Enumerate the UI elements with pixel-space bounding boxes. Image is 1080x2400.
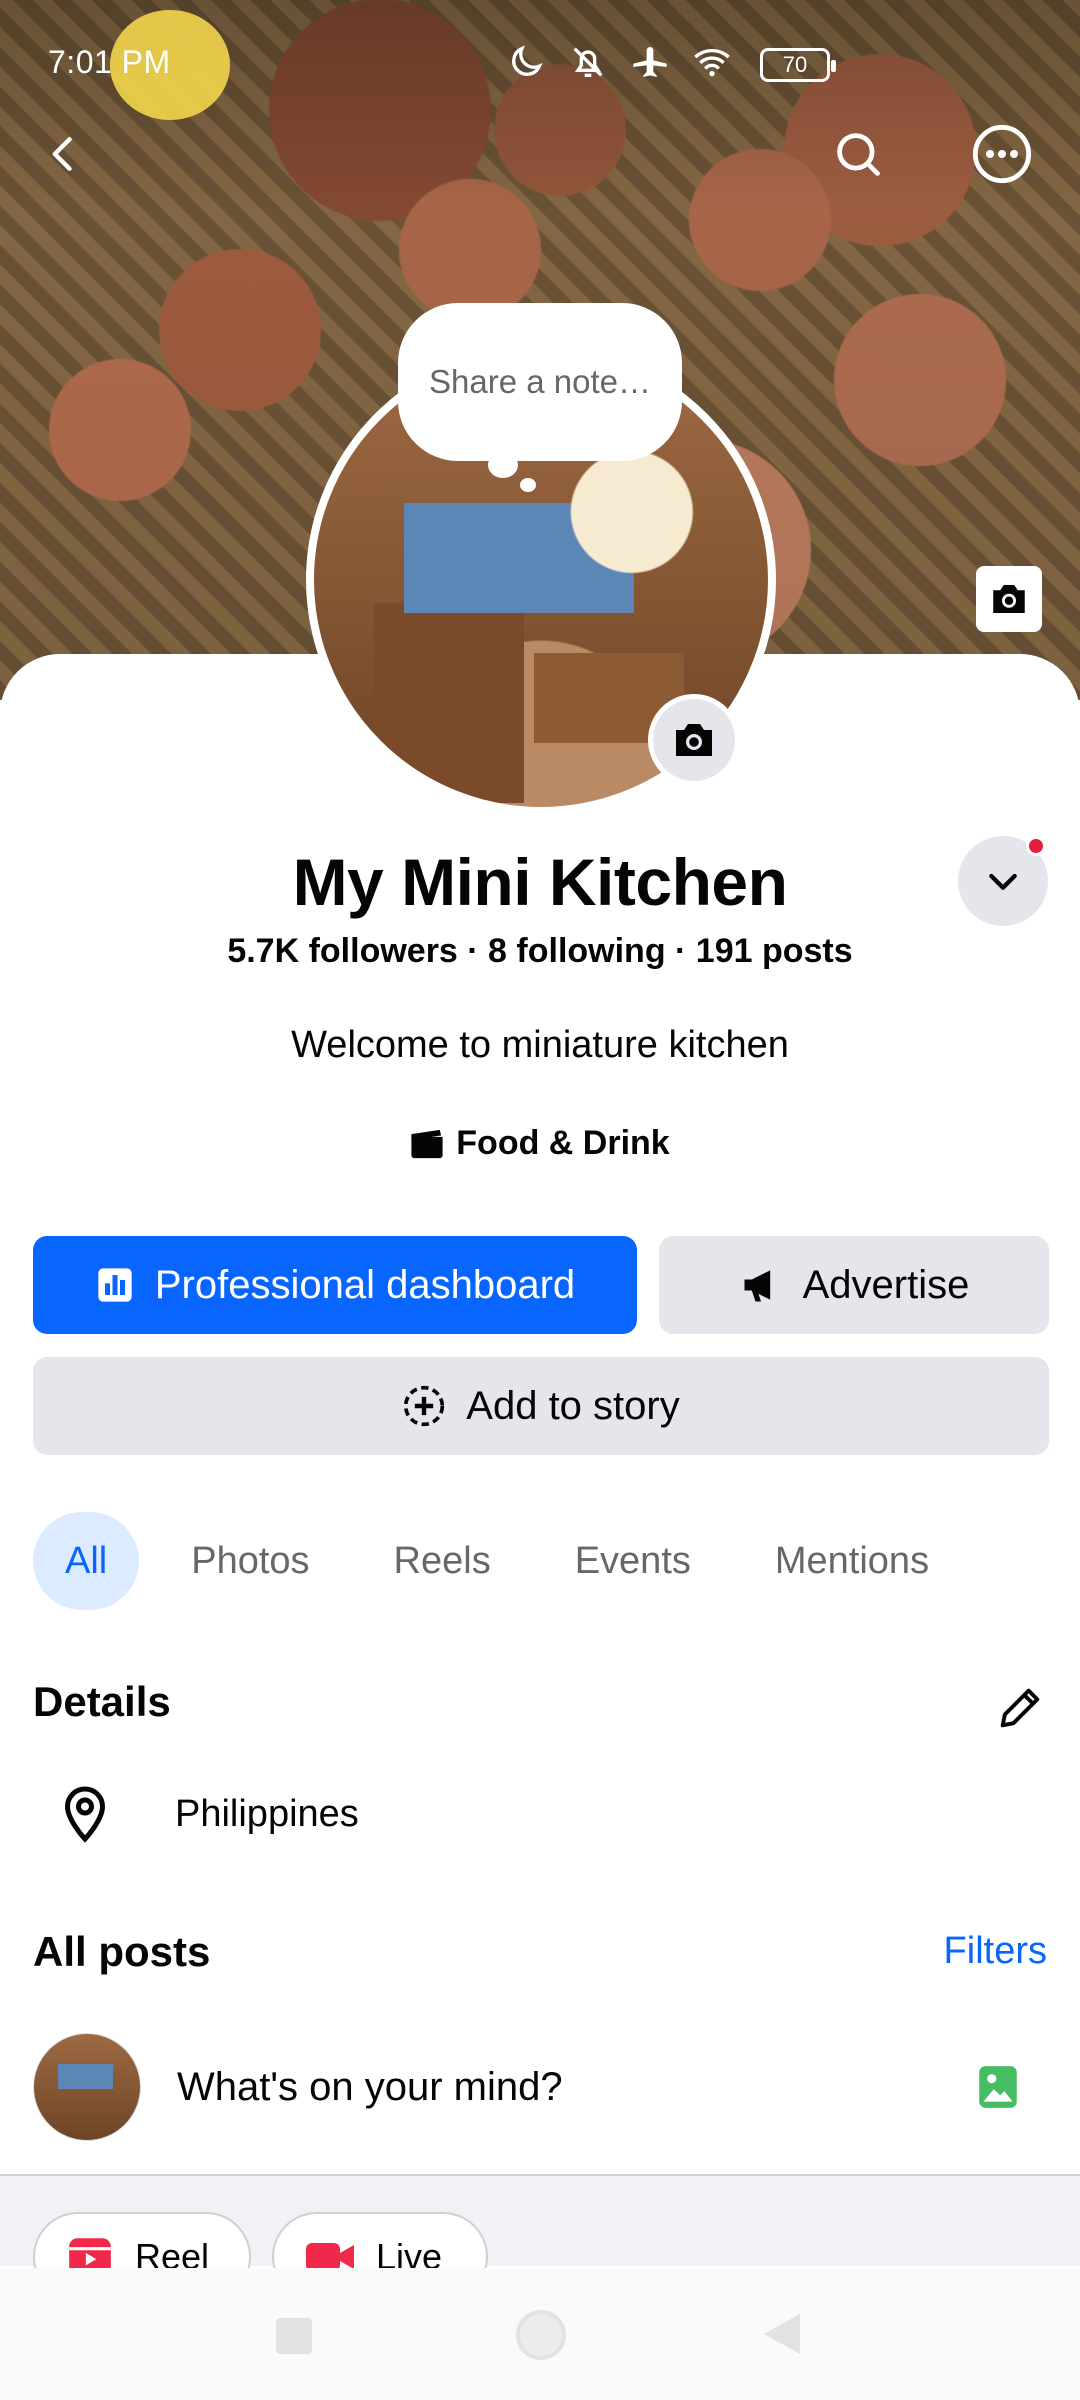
tab-reels[interactable]: Reels	[362, 1512, 523, 1610]
status-time: 7:01 PM	[48, 44, 171, 80]
back-button[interactable]	[28, 118, 100, 190]
status-icons	[506, 42, 732, 82]
professional-dashboard-label: Professional dashboard	[154, 1262, 576, 1307]
add-to-story-button[interactable]: Add to story	[33, 1357, 1049, 1455]
profile-stats[interactable]: 5.7K followers · 8 following · 191 posts	[0, 932, 1080, 971]
location-label: Philippines	[175, 1792, 359, 1835]
tab-all[interactable]: All	[33, 1512, 140, 1610]
advertise-label: Advertise	[802, 1262, 970, 1307]
add-story-icon	[404, 1385, 445, 1427]
share-note-bubble[interactable]: Share a note…	[398, 303, 682, 461]
status-bar: 7:01 PM 70	[0, 0, 1080, 130]
camera-icon	[993, 585, 1025, 613]
advertise-button[interactable]: Advertise	[659, 1236, 1049, 1334]
tab-events[interactable]: Events	[543, 1512, 723, 1610]
edit-details-button[interactable]	[988, 1676, 1052, 1740]
edit-cover-button[interactable]	[976, 566, 1042, 632]
bar-chart-icon	[98, 1268, 132, 1302]
page-name: My Mini Kitchen	[292, 845, 788, 919]
category-label: Food & Drink	[456, 1124, 670, 1162]
chevron-down-icon	[989, 873, 1017, 890]
tab-photos[interactable]: Photos	[159, 1512, 341, 1610]
location-detail: Philippines	[55, 1784, 359, 1844]
moon-icon	[512, 45, 543, 76]
home-button[interactable]	[516, 2310, 566, 2360]
system-back-button[interactable]	[764, 2314, 800, 2354]
camera-icon	[676, 724, 712, 756]
filters-button[interactable]: Filters	[944, 1930, 1047, 1973]
profile-bio: Welcome to miniature kitchen	[291, 1024, 789, 1066]
search-icon	[837, 133, 880, 176]
clapperboard-icon	[411, 1129, 443, 1158]
system-nav-bar	[0, 2268, 1080, 2400]
details-heading: Details	[33, 1678, 171, 1725]
composer-placeholder[interactable]: What's on your mind?	[177, 2065, 973, 2110]
edit-profile-picture-button[interactable]	[648, 694, 740, 786]
note-bubble-tail	[488, 452, 518, 478]
recents-button[interactable]	[276, 2318, 312, 2354]
wifi-icon	[694, 49, 730, 77]
professional-dashboard-button[interactable]: Professional dashboard	[33, 1236, 637, 1334]
mute-icon	[573, 47, 603, 77]
add-to-story-label: Add to story	[466, 1383, 680, 1428]
profile-tabs: All Photos Reels Events Mentions	[33, 1512, 981, 1610]
page-category: Food & Drink	[0, 1124, 1080, 1163]
tab-mentions[interactable]: Mentions	[743, 1512, 961, 1610]
avatar[interactable]	[33, 2033, 141, 2141]
post-composer[interactable]: What's on your mind?	[33, 2032, 1049, 2142]
location-pin-icon	[64, 1786, 106, 1843]
megaphone-icon	[744, 1270, 770, 1302]
airplane-icon	[633, 47, 667, 77]
profile-switcher-button[interactable]	[958, 836, 1048, 926]
search-button[interactable]	[822, 118, 894, 190]
note-bubble-tail-small	[520, 478, 536, 492]
photo-icon[interactable]	[973, 2062, 1023, 2112]
all-posts-heading: All posts	[33, 1928, 211, 1975]
more-icon	[972, 124, 1032, 184]
back-arrow-icon	[52, 137, 72, 171]
notification-dot	[1026, 836, 1046, 856]
more-options-button[interactable]	[966, 118, 1038, 190]
pencil-icon	[1000, 1688, 1040, 1728]
battery-indicator: 70	[760, 48, 836, 82]
